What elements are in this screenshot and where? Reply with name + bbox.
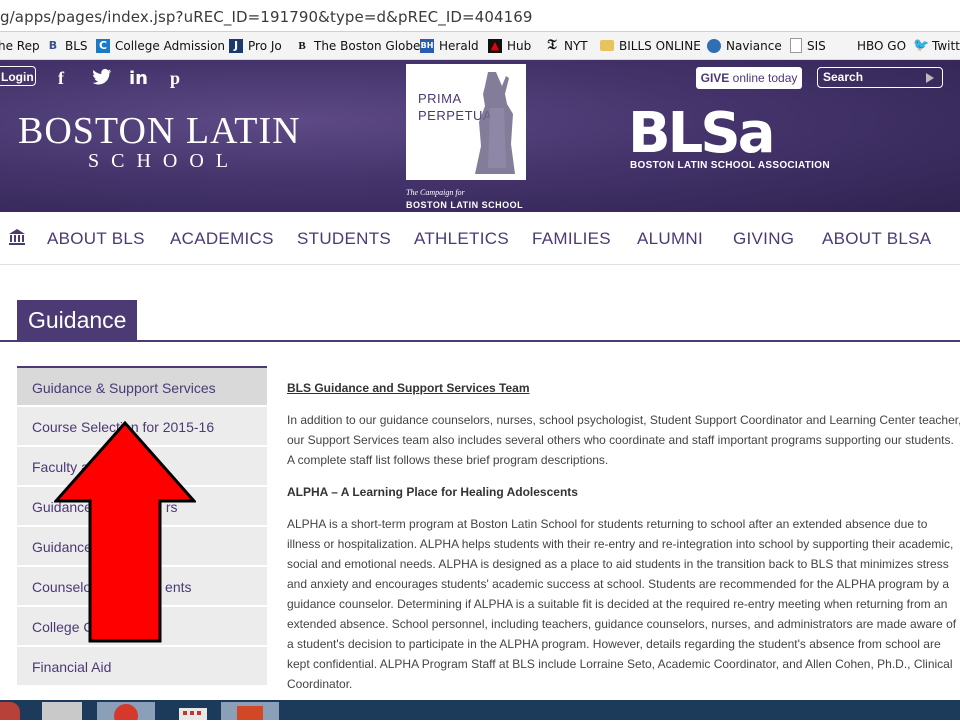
c-icon: C xyxy=(96,38,110,53)
give-rest-label: online today xyxy=(729,71,798,85)
naviance-icon xyxy=(707,38,721,53)
bookmark-label: Herald xyxy=(439,38,479,53)
bookmark-herald[interactable]: BH Herald xyxy=(420,32,479,59)
pinterest-icon[interactable]: p xyxy=(170,68,180,89)
bookmark-hub[interactable]: ▲ Hub xyxy=(488,32,531,59)
red-up-arrow-icon xyxy=(54,421,196,643)
school-logo-title[interactable]: BOSTON LATIN xyxy=(18,112,301,150)
search-arrow-icon[interactable] xyxy=(926,73,934,83)
linkedin-icon[interactable]: in xyxy=(129,68,148,89)
bookmark-label: Hub xyxy=(507,38,532,53)
campaign-school: BOSTON LATIN SCHOOL xyxy=(406,200,524,210)
content-intro: In addition to our guidance counselors, … xyxy=(287,413,960,467)
taskbar-powerpoint-icon[interactable] xyxy=(221,702,279,722)
url-text: g/apps/pages/index.jsp?uREC_ID=191790&ty… xyxy=(0,8,533,26)
nyt-icon: 𝔗 xyxy=(547,37,557,53)
hub-icon: ▲ xyxy=(488,38,502,53)
twitter-icon[interactable] xyxy=(92,68,112,91)
bookmark-sis[interactable]: SIS xyxy=(790,32,826,59)
bookmark-nyt[interactable]: 𝔗 NYT xyxy=(545,32,588,59)
address-bar[interactable]: g/apps/pages/index.jsp?uREC_ID=191790&ty… xyxy=(0,0,960,32)
nav-about-bls[interactable]: ABOUT BLS xyxy=(47,229,145,249)
page-icon xyxy=(790,38,802,53)
give-online-button[interactable]: GIVE online today xyxy=(696,67,802,89)
campaign-logo[interactable]: PRIMA PERPETUA The Campaign for BOSTON L… xyxy=(406,64,526,212)
bookmark-pro-jo[interactable]: J Pro Jo xyxy=(229,32,282,59)
search-input[interactable]: Search xyxy=(817,67,943,88)
bookmark-label: Naviance xyxy=(726,38,782,53)
blsa-logo[interactable]: BLSa xyxy=(628,106,775,162)
sidebar-item-financial-aid[interactable]: Financial Aid xyxy=(17,646,267,686)
site-header: Login f in p BOSTON LATIN SCHOOL PRIMA P… xyxy=(0,60,960,212)
home-building-icon[interactable] xyxy=(8,228,26,246)
bookmarks-bar: he Rep B BLS C College Admission J Pro Jo B… xyxy=(0,32,960,60)
search-placeholder: Search xyxy=(823,70,864,84)
nav-athletics[interactable]: ATHLETICS xyxy=(414,229,509,249)
bookmark-label: Twitt xyxy=(932,38,960,53)
nav-about-blsa[interactable]: ABOUT BLSA xyxy=(822,229,931,249)
taskbar-app-icon[interactable] xyxy=(42,702,82,720)
alpha-heading: ALPHA – A Learning Place for Healing Ado… xyxy=(287,485,578,499)
give-label: GIVE xyxy=(700,71,730,85)
folder-icon xyxy=(600,40,614,51)
bookmark-label: SIS xyxy=(807,38,826,53)
alpha-body: ALPHA is a short-term program at Boston … xyxy=(287,517,957,691)
nav-students[interactable]: STUDENTS xyxy=(297,229,391,249)
bookmark-bls[interactable]: B BLS xyxy=(46,32,88,59)
blsa-logo-subtitle: BOSTON LATIN SCHOOL ASSOCIATION xyxy=(630,160,830,171)
facebook-icon[interactable]: f xyxy=(58,68,64,89)
page-title-bar: Guidance xyxy=(0,300,960,342)
bookmark-twitter[interactable]: 🐦 Twitt xyxy=(913,32,960,59)
bookmark-college-admission[interactable]: C College Admission xyxy=(96,32,225,59)
twitter-icon: 🐦 xyxy=(913,37,930,53)
page-title: Guidance xyxy=(17,300,138,340)
bookmark-hbo-go[interactable]: HBO GO xyxy=(857,32,906,59)
bookmark-boston-globe[interactable]: B The Boston Globe xyxy=(295,32,420,59)
sidebar-item-label: Guidance & Support Services xyxy=(32,380,216,396)
main-nav: ABOUT BLS ACADEMICS STUDENTS ATHLETICS F… xyxy=(0,212,960,265)
bookmark-naviance[interactable]: Naviance xyxy=(707,32,782,59)
bookmark-label: BLS xyxy=(65,38,88,53)
herald-icon: BH xyxy=(420,38,434,53)
nav-alumni[interactable]: ALUMNI xyxy=(637,229,703,249)
bookmark-label: The Boston Globe xyxy=(314,38,421,53)
school-logo-subtitle: SCHOOL xyxy=(88,150,241,172)
nav-giving[interactable]: GIVING xyxy=(733,229,794,249)
taskbar-grid-icon[interactable] xyxy=(165,702,221,722)
taskbar-chrome-icon[interactable] xyxy=(97,702,155,725)
j-icon: J xyxy=(229,38,243,53)
sidebar-item-label: Financial Aid xyxy=(32,659,112,675)
main-content: BLS Guidance and Support Services Team I… xyxy=(287,378,960,706)
bookmark-label: he Rep xyxy=(0,38,40,53)
bookmark-label: Pro Jo xyxy=(248,38,282,53)
nav-families[interactable]: FAMILIES xyxy=(532,229,611,249)
os-taskbar xyxy=(0,700,960,725)
nav-academics[interactable]: ACADEMICS xyxy=(170,229,274,249)
content-heading: BLS Guidance and Support Services Team xyxy=(287,381,530,395)
sidebar-item-guidance-support[interactable]: Guidance & Support Services xyxy=(17,366,267,406)
bls-icon: B xyxy=(48,38,58,52)
bookmark-label: HBO GO xyxy=(857,38,907,53)
bookmark-bills-online[interactable]: BILLS ONLINE xyxy=(600,32,701,59)
bookmark-label: BILLS ONLINE xyxy=(619,38,701,53)
campaign-tagline: The Campaign for xyxy=(406,188,465,197)
login-button[interactable]: Login xyxy=(0,66,36,86)
statue-icon xyxy=(475,72,515,174)
bookmark-rep[interactable]: he Rep xyxy=(0,32,40,59)
bookmark-label: NYT xyxy=(564,38,588,53)
start-button-icon[interactable] xyxy=(0,702,20,720)
globe-icon: B xyxy=(298,39,306,52)
bookmark-label: College Admission xyxy=(115,38,226,53)
